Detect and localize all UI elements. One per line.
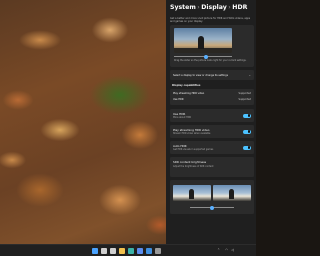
auto-hdr-sub: Get HDR visuals in supported games <box>173 148 214 151</box>
page-description: Get a better and more vivid picture for … <box>170 17 251 23</box>
sdr-sample-image <box>173 185 211 201</box>
chevron-down-icon: ⌄ <box>248 73 251 77</box>
speaker-icon[interactable]: ◁ <box>231 248 234 252</box>
breadcrumb-system[interactable]: System <box>170 4 196 11</box>
start-icon[interactable] <box>92 247 98 254</box>
hdr-preview-card: Drag the slider so the picture looks rig… <box>170 25 254 67</box>
streaming-hdr-sub: Stream HDR video when available <box>173 132 211 135</box>
streaming-hdr-toggle[interactable] <box>243 129 251 134</box>
preview-person <box>198 36 204 49</box>
use-hdr-row[interactable]: Use HDR More about HDR <box>170 109 254 122</box>
display-select-label: Select a display to view or change its s… <box>173 73 228 77</box>
auto-hdr-toggle[interactable] <box>243 145 251 150</box>
capabilities-title: Display capabilities <box>172 84 201 87</box>
preview-slider-thumb[interactable] <box>203 54 208 59</box>
sdr-calibration-card <box>170 180 254 214</box>
breadcrumb: System › Display › HDR <box>170 4 256 14</box>
display-select-row[interactable]: Select a display to view or change its s… <box>170 70 254 80</box>
capability-value: Supported <box>238 98 251 101</box>
auto-hdr-row[interactable]: Auto HDR Get HDR visuals in supported ga… <box>170 141 254 154</box>
sdr-brightness-slider-thumb[interactable] <box>210 205 214 210</box>
edge-icon[interactable] <box>128 247 134 254</box>
capabilities-card: Play streaming HDR video Supported Use H… <box>170 89 254 105</box>
file-explorer-icon[interactable] <box>119 247 125 254</box>
settings-window: System › Display › HDR Get a better and more… <box>166 0 256 244</box>
sdr-brightness-row: SDR content brightness Adjust the bright… <box>170 157 254 177</box>
breadcrumb-hdr: HDR <box>232 4 248 11</box>
preview-caption: Drag the slider so the picture looks rig… <box>174 59 247 62</box>
chevron-up-icon[interactable]: ⌃ <box>217 248 220 252</box>
streaming-hdr-label: Play streaming HDR video <box>173 127 210 132</box>
use-hdr-toggle[interactable] <box>243 113 251 118</box>
capability-label: Play streaming HDR video <box>173 91 205 95</box>
task-view-icon[interactable] <box>110 247 116 254</box>
hdr-sample-image <box>213 185 251 201</box>
use-hdr-sub[interactable]: More about HDR <box>173 116 191 119</box>
use-hdr-label: Use HDR <box>173 111 186 116</box>
capability-label: Use HDR <box>173 98 184 101</box>
sample-person <box>229 189 234 199</box>
capability-value: Supported <box>238 91 251 95</box>
sample-person <box>189 189 194 199</box>
taskbar: ⌃ ◠ ◁ <box>0 244 256 256</box>
search-icon[interactable] <box>101 247 107 254</box>
store-icon[interactable] <box>137 247 143 254</box>
wifi-icon[interactable]: ◠ <box>225 248 228 252</box>
mail-icon[interactable] <box>146 247 152 254</box>
sdr-brightness-label: SDR content brightness <box>173 160 207 164</box>
settings-icon[interactable] <box>155 247 161 254</box>
breadcrumb-display[interactable]: Display <box>201 4 227 11</box>
hdr-preview-image <box>174 28 232 53</box>
auto-hdr-label: Auto HDR <box>173 143 187 148</box>
sdr-brightness-sub: Adjust the brightness of SDR content <box>173 165 214 168</box>
streaming-hdr-row[interactable]: Play streaming HDR video Stream HDR vide… <box>170 125 254 138</box>
